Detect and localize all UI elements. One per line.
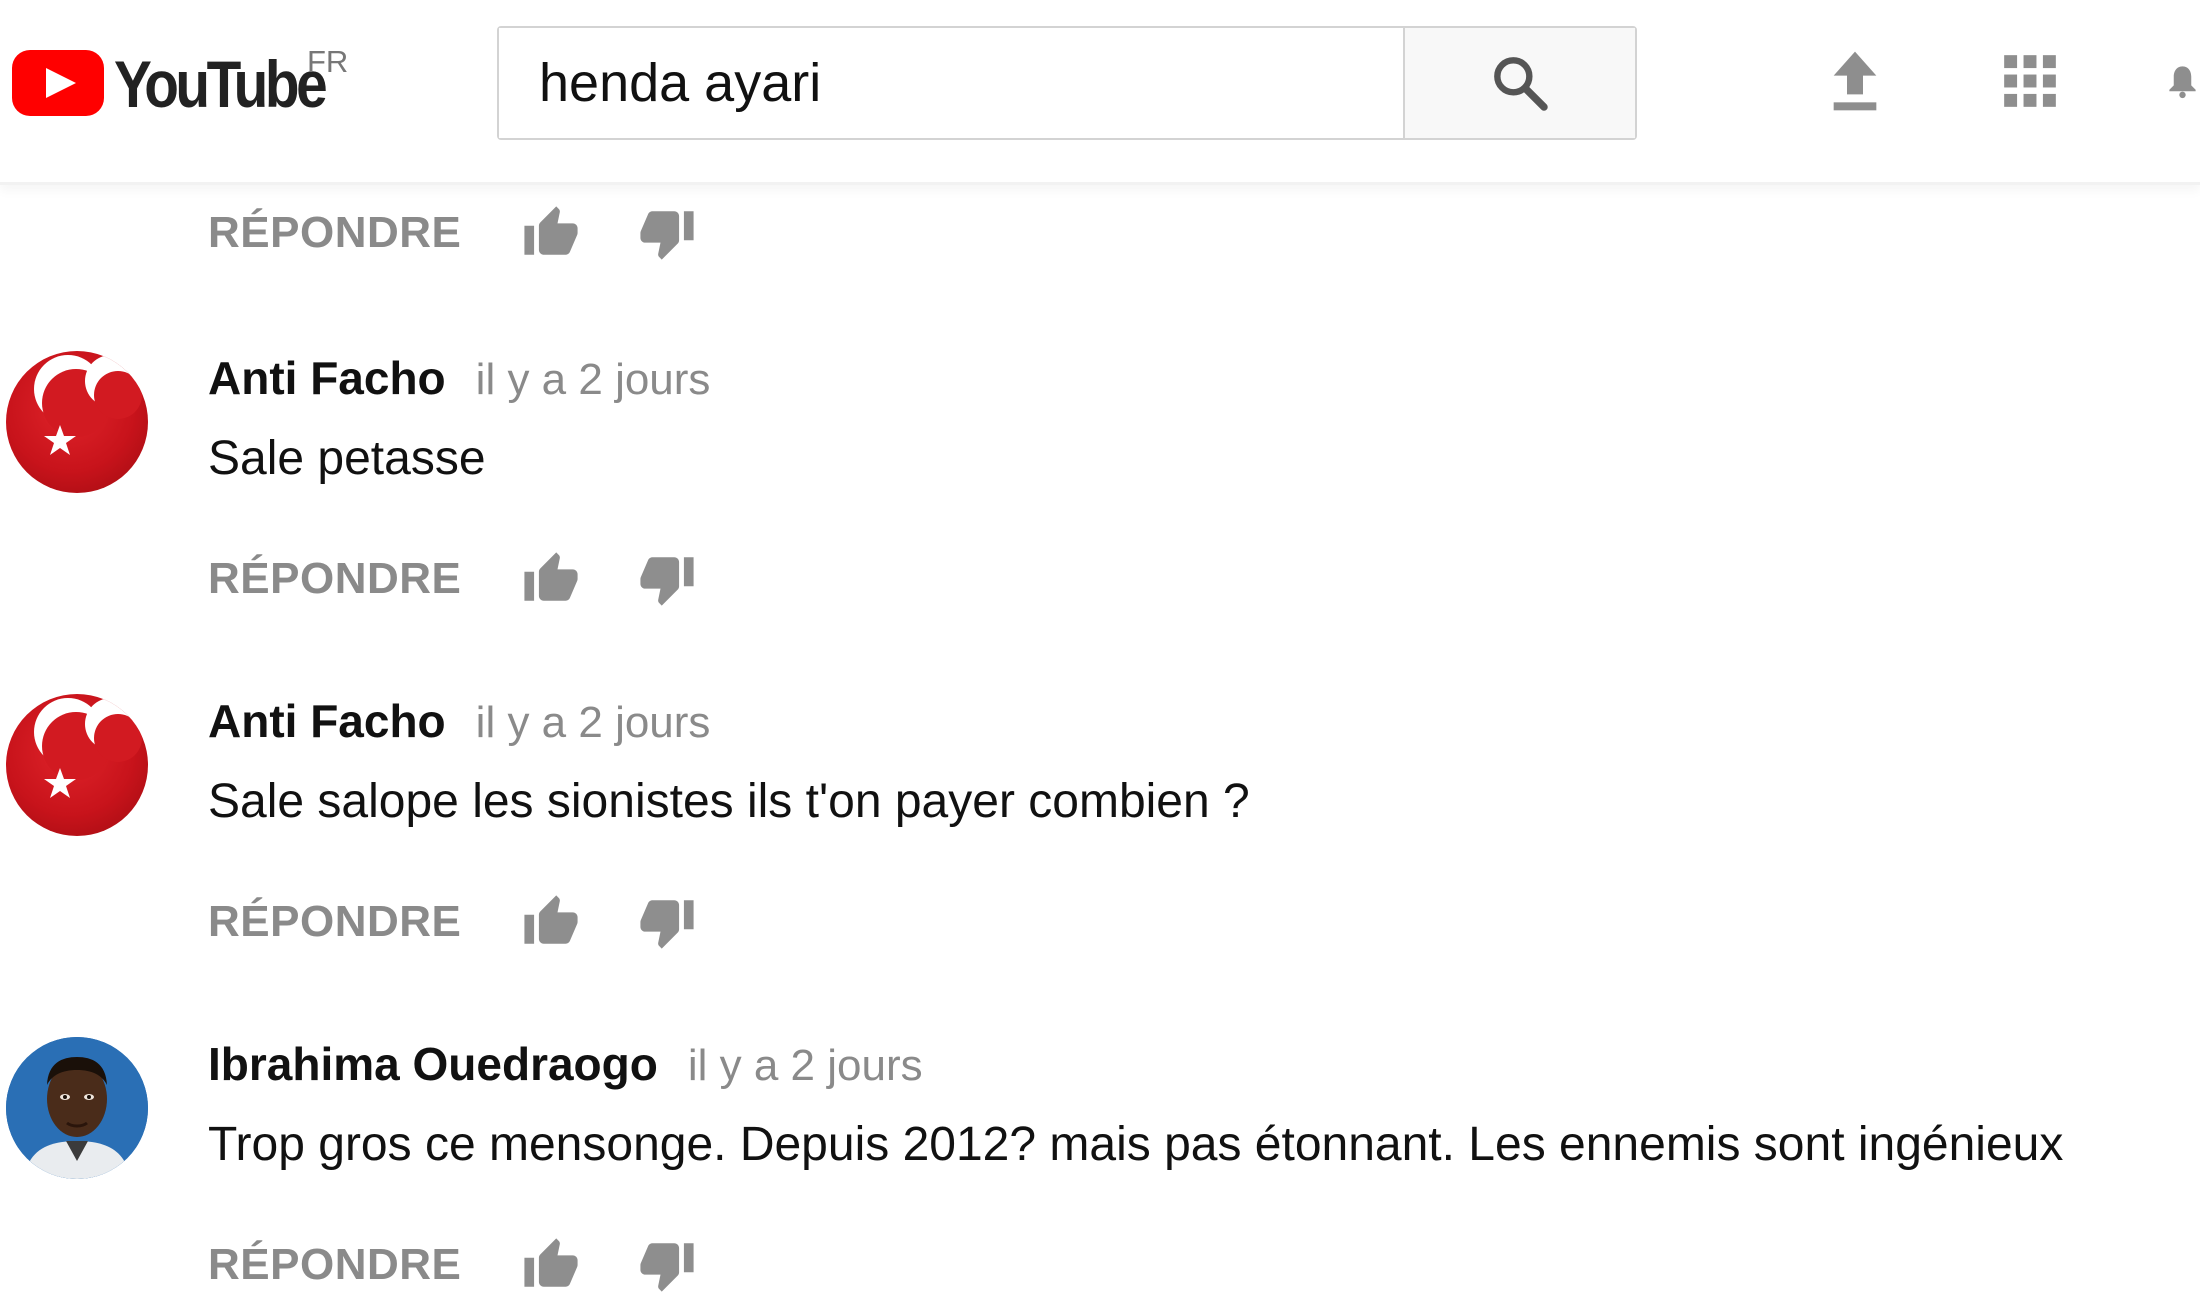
like-button[interactable] <box>521 203 581 263</box>
thumbs-down-icon <box>640 557 694 606</box>
comment-item: Anti Facho il y a 2 jours Sale petasse R… <box>0 351 2200 651</box>
upload-icon <box>1833 51 1877 111</box>
upload-button[interactable] <box>1820 46 1890 116</box>
comment-actions: RÉPONDRE <box>208 892 697 952</box>
crescent-star-flag-icon <box>34 698 142 798</box>
search-box <box>497 26 1637 140</box>
reply-button[interactable]: RÉPONDRE <box>208 208 461 258</box>
search-button[interactable] <box>1403 28 1635 138</box>
avatar[interactable] <box>6 1037 148 1179</box>
comment-author[interactable]: Anti Facho <box>208 351 446 405</box>
thumbs-down-icon <box>640 1243 694 1292</box>
apps-button[interactable] <box>1995 46 2065 116</box>
comment-timestamp[interactable]: il y a 2 jours <box>476 698 711 748</box>
comment-author[interactable]: Anti Facho <box>208 694 446 748</box>
dislike-button[interactable] <box>637 892 697 952</box>
thumbs-up-icon <box>524 1238 578 1287</box>
masthead: YouTube FR <box>0 0 2200 185</box>
youtube-logo[interactable]: YouTube FR <box>12 44 359 121</box>
user-photo-icon <box>6 1037 148 1179</box>
region-code: FR <box>307 44 349 79</box>
search-input[interactable] <box>499 28 1403 138</box>
reply-button[interactable]: RÉPONDRE <box>208 897 461 947</box>
dislike-button[interactable] <box>637 549 697 609</box>
comment-item: Ibrahima Ouedraogo il y a 2 jours Trop g… <box>0 1037 2200 1309</box>
avatar[interactable] <box>6 694 148 836</box>
like-button[interactable] <box>521 892 581 952</box>
comment-actions: RÉPONDRE <box>208 1235 697 1295</box>
comment-item: Anti Facho il y a 2 jours Sale salope le… <box>0 694 2200 994</box>
thumbs-down-icon <box>640 900 694 949</box>
crescent-star-flag-icon <box>34 355 142 455</box>
reply-button[interactable]: RÉPONDRE <box>208 554 461 604</box>
search-icon <box>1494 57 1548 111</box>
comment-text: Trop gros ce mensonge. Depuis 2012? mais… <box>208 1118 2064 1171</box>
like-button[interactable] <box>521 549 581 609</box>
reply-button[interactable]: RÉPONDRE <box>208 1240 461 1290</box>
notifications-button[interactable] <box>2165 46 2200 116</box>
apps-grid-icon <box>2004 55 2056 107</box>
comment-text: Sale salope les sionistes ils t'on payer… <box>208 775 1250 828</box>
like-button[interactable] <box>521 1235 581 1295</box>
notifications-bell-icon <box>2169 66 2196 99</box>
thumbs-up-icon <box>524 895 578 944</box>
thumbs-up-icon <box>524 552 578 601</box>
comment-text: Sale petasse <box>208 432 486 485</box>
comment-actions: RÉPONDRE <box>208 203 697 263</box>
youtube-play-icon <box>12 50 104 116</box>
comment-actions: RÉPONDRE <box>208 549 697 609</box>
comment-timestamp[interactable]: il y a 2 jours <box>688 1041 923 1091</box>
logo-wordmark: YouTube <box>114 47 328 121</box>
thumbs-up-icon <box>524 206 578 255</box>
dislike-button[interactable] <box>637 1235 697 1295</box>
thumbs-down-icon <box>640 211 694 260</box>
avatar[interactable] <box>6 351 148 493</box>
dislike-button[interactable] <box>637 203 697 263</box>
comment-author[interactable]: Ibrahima Ouedraogo <box>208 1037 658 1091</box>
comment-timestamp[interactable]: il y a 2 jours <box>476 355 711 405</box>
